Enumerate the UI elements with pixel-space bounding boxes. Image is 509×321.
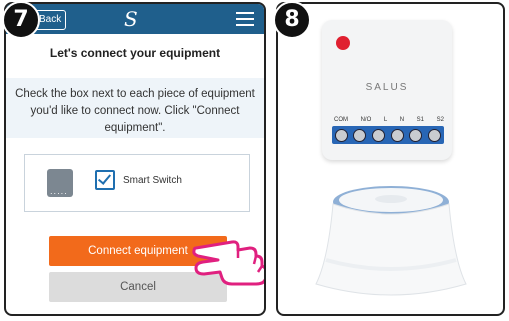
terminal-label: N/O — [360, 117, 372, 123]
terminal-label: COM — [334, 117, 348, 123]
gateway-hub — [315, 186, 467, 296]
screw-terminal — [409, 128, 423, 142]
device-label: Smart Switch — [123, 175, 182, 186]
device-checkbox[interactable] — [95, 170, 115, 190]
terminal-block — [332, 126, 444, 144]
terminal-label: S1 — [416, 117, 425, 123]
page-title: Let's connect your equipment — [49, 46, 221, 60]
app-header: Back S — [6, 4, 264, 34]
phone-screen-panel: Back S Let's connect your equipment Chec… — [4, 2, 266, 316]
app-logo: S — [124, 7, 138, 31]
screw-terminal — [353, 128, 367, 142]
step-badge-7: 7 — [2, 1, 40, 39]
terminal-label: S2 — [436, 117, 444, 123]
screw-terminal — [372, 128, 386, 142]
hamburger-icon[interactable] — [236, 12, 254, 26]
smart-switch-module: SALUS COM N/O L N S1 S2 — [322, 20, 452, 160]
instructions-box: Check the box next to each piece of equi… — [6, 78, 264, 138]
product-photo-panel: SALUS COM N/O L N S1 S2 — [276, 2, 505, 316]
screw-terminal — [334, 128, 348, 142]
device-row-smart-switch[interactable]: Smart Switch — [24, 154, 250, 212]
status-led — [336, 36, 350, 50]
terminal-label: L — [383, 117, 388, 123]
terminal-labels: COM N/O L N S1 S2 — [334, 117, 444, 123]
smart-switch-icon — [47, 169, 73, 197]
step-badge-8: 8 — [273, 1, 311, 39]
terminal-label: N — [399, 117, 405, 123]
brand-label: SALUS — [365, 82, 409, 93]
instructions-text: Check the box next to each piece of equi… — [15, 88, 255, 134]
pointing-hand-icon — [192, 240, 264, 286]
screw-terminal — [428, 128, 442, 142]
screw-terminal — [390, 128, 404, 142]
